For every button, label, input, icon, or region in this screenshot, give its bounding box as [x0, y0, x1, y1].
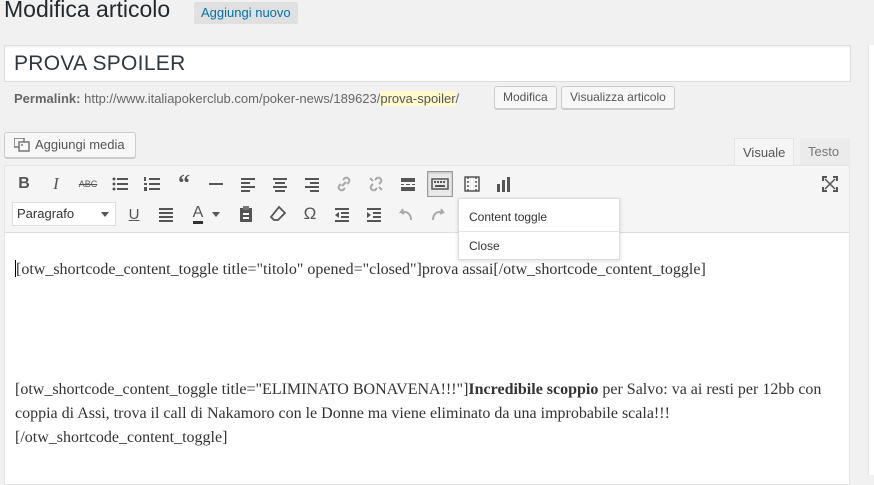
- permalink-row: Permalink: http://www.italiapokerclub.co…: [14, 91, 459, 106]
- tab-visual[interactable]: Visuale: [734, 138, 794, 165]
- content-paragraph-1: [otw_shortcode_content_toggle title="tit…: [15, 258, 845, 282]
- permalink-end: /: [455, 91, 460, 106]
- italic-icon[interactable]: I: [43, 171, 69, 197]
- fullscreen-icon[interactable]: [817, 171, 843, 197]
- strikethrough-icon[interactable]: ABC: [75, 171, 101, 197]
- shortcode-dropdown-menu: Content toggle Close: [458, 198, 620, 260]
- page-title: Modifica articolo: [4, 0, 171, 22]
- post-title-input[interactable]: PROVA SPOILER: [4, 45, 851, 82]
- underline-icon[interactable]: U: [121, 201, 147, 227]
- link-icon[interactable]: [331, 171, 357, 197]
- paragraph-2-shortcode-open: [otw_shortcode_content_toggle title="ELI…: [15, 381, 469, 398]
- unlink-icon[interactable]: [363, 171, 389, 197]
- chart-icon[interactable]: [491, 171, 517, 197]
- text-color-dropdown-icon[interactable]: [209, 201, 223, 227]
- indent-icon[interactable]: [361, 201, 387, 227]
- outdent-icon[interactable]: [329, 201, 355, 227]
- keyboard-toggle-icon[interactable]: [427, 171, 453, 197]
- chevron-down-icon: [101, 212, 109, 217]
- permalink-base[interactable]: http://www.italiapokerclub.com/poker-new…: [84, 91, 380, 106]
- editor-content[interactable]: [otw_shortcode_content_toggle title="tit…: [15, 258, 845, 450]
- format-select-value: Paragrafo: [17, 206, 75, 221]
- align-left-icon[interactable]: [235, 171, 261, 197]
- numbered-list-icon[interactable]: [139, 171, 165, 197]
- paragraph-1-text: [otw_shortcode_content_toggle title="tit…: [16, 261, 706, 278]
- media-icon: [14, 138, 30, 152]
- add-media-button[interactable]: Aggiungi media: [4, 132, 136, 158]
- justify-icon[interactable]: [153, 201, 179, 227]
- special-char-icon[interactable]: Ω: [297, 201, 323, 227]
- edit-permalink-button[interactable]: Modifica: [494, 86, 557, 109]
- tab-text[interactable]: Testo: [800, 138, 850, 165]
- paragraph-2-shortcode-close: [/otw_shortcode_content_toggle]: [15, 429, 228, 446]
- post-title-value: PROVA SPOILER: [14, 52, 186, 75]
- format-select[interactable]: Paragrafo: [12, 202, 116, 226]
- view-post-button[interactable]: Visualizza articolo: [561, 86, 675, 109]
- permalink-slug[interactable]: prova-spoiler: [380, 91, 456, 106]
- align-center-icon[interactable]: [267, 171, 293, 197]
- content-paragraph-2: [otw_shortcode_content_toggle title="ELI…: [15, 378, 845, 450]
- text-color-icon[interactable]: A: [185, 201, 211, 227]
- dropdown-item-content-toggle[interactable]: Content toggle: [469, 210, 547, 224]
- redo-icon[interactable]: [425, 201, 451, 227]
- insert-more-icon[interactable]: [395, 171, 421, 197]
- align-right-icon[interactable]: [299, 171, 325, 197]
- add-media-label: Aggiungi media: [35, 137, 125, 152]
- bullet-list-icon[interactable]: [107, 171, 133, 197]
- blockquote-icon[interactable]: “: [171, 171, 197, 197]
- horizontal-rule-icon[interactable]: [203, 171, 229, 197]
- paste-text-icon[interactable]: [233, 201, 259, 227]
- dropdown-item-close[interactable]: Close: [469, 239, 500, 253]
- clear-formatting-icon[interactable]: [265, 201, 291, 227]
- right-sidebar-edge: [868, 45, 874, 475]
- bold-icon[interactable]: B: [11, 171, 37, 197]
- shortcode-icon[interactable]: [459, 171, 485, 197]
- dropdown-separator: [459, 231, 619, 232]
- paragraph-2-bold: Incredibile scoppio: [468, 381, 599, 398]
- undo-icon[interactable]: [393, 201, 419, 227]
- add-new-button[interactable]: Aggiungi nuovo: [194, 2, 298, 24]
- permalink-label: Permalink:: [14, 91, 81, 106]
